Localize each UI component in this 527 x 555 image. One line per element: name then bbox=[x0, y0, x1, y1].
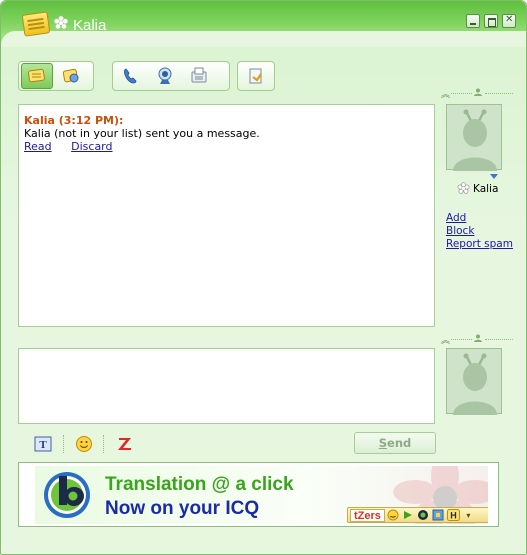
message-actions: Read Discard bbox=[24, 140, 129, 153]
font-button[interactable]: T bbox=[34, 435, 52, 453]
fax-icon bbox=[191, 67, 207, 83]
message-text: Kalia (not in your list) sent you a mess… bbox=[24, 127, 260, 140]
call-toolbar bbox=[112, 61, 230, 91]
zap-button[interactable] bbox=[116, 435, 134, 453]
plugin-tray: tZers H ▾ bbox=[347, 507, 488, 523]
discard-link[interactable]: Discard bbox=[71, 140, 112, 153]
block-contact-link[interactable]: Block bbox=[446, 225, 474, 237]
smiley-icon[interactable] bbox=[387, 509, 400, 522]
default-avatar-icon bbox=[453, 353, 497, 415]
babylon-logo-icon bbox=[44, 472, 90, 518]
voice-call-button[interactable] bbox=[115, 63, 147, 89]
message-mode-button[interactable] bbox=[21, 63, 53, 89]
send-file-icon bbox=[249, 68, 262, 84]
my-avatar[interactable] bbox=[446, 348, 502, 415]
minimize-button[interactable] bbox=[466, 14, 480, 28]
message-app-icon bbox=[21, 11, 51, 37]
chat-window: Kalia ✕ Kalia (3:12 PM): Kalia (not in y… bbox=[0, 0, 527, 555]
contact-card-icon bbox=[62, 68, 79, 83]
status-flower-icon bbox=[457, 182, 470, 194]
message-sender-header: Kalia (3:12 PM): bbox=[24, 114, 124, 127]
arrow-flag-icon[interactable] bbox=[402, 509, 415, 522]
window-title: Kalia bbox=[73, 17, 107, 34]
babylon-small-icon[interactable] bbox=[417, 509, 430, 522]
sms-button[interactable] bbox=[183, 63, 215, 89]
collapse-arrow-icon[interactable]: ︽ bbox=[441, 333, 450, 346]
banner-headline: Translation @ a click bbox=[105, 474, 294, 495]
mode-toolbar bbox=[18, 61, 94, 91]
banner-subline: Now on your ICQ bbox=[105, 498, 260, 519]
default-avatar-icon bbox=[453, 109, 497, 171]
h-plugin-button[interactable]: H bbox=[446, 509, 460, 522]
message-history[interactable]: Kalia (3:12 PM): Kalia (not in your list… bbox=[18, 104, 435, 327]
send-button[interactable]: Send bbox=[354, 432, 436, 454]
svg-text:T: T bbox=[39, 439, 47, 451]
person-icon bbox=[474, 88, 482, 96]
babylon-banner-ad[interactable]: Translation @ a click Now on your ICQ tZ… bbox=[35, 466, 488, 524]
add-contact-link[interactable]: Add bbox=[446, 212, 466, 224]
svg-text:H: H bbox=[450, 511, 457, 521]
chevron-down-icon[interactable]: ▾ bbox=[462, 509, 475, 522]
status-flower-icon bbox=[53, 15, 69, 30]
contact-name[interactable]: Kalia bbox=[457, 182, 498, 195]
message-icon bbox=[28, 68, 45, 83]
file-toolbar bbox=[237, 61, 275, 91]
person-icon bbox=[474, 334, 482, 342]
phone-icon bbox=[124, 68, 137, 84]
puzzle-icon[interactable] bbox=[432, 509, 445, 522]
maximize-button[interactable] bbox=[484, 14, 498, 28]
contact-details-button[interactable] bbox=[55, 63, 87, 89]
text-format-icon: T bbox=[34, 436, 52, 452]
chevron-down-icon[interactable] bbox=[490, 174, 498, 179]
send-file-button[interactable] bbox=[240, 63, 272, 89]
message-input[interactable] bbox=[18, 348, 435, 424]
read-link[interactable]: Read bbox=[24, 140, 52, 153]
video-call-button[interactable] bbox=[149, 63, 181, 89]
webcam-icon bbox=[158, 67, 172, 84]
close-button[interactable] bbox=[502, 14, 516, 28]
smiley-icon bbox=[76, 436, 92, 452]
tzers-button[interactable]: tZers bbox=[350, 508, 385, 522]
contact-avatar[interactable] bbox=[446, 104, 502, 171]
zap-z-icon bbox=[118, 438, 131, 450]
report-spam-link[interactable]: Report spam bbox=[446, 238, 513, 250]
emoticons-button[interactable] bbox=[75, 435, 93, 453]
title-bar[interactable]: Kalia bbox=[1, 1, 526, 47]
contact-name-label: Kalia bbox=[473, 182, 499, 195]
banner-frame: Translation @ a click Now on your ICQ tZ… bbox=[18, 462, 499, 527]
collapse-arrow-icon[interactable]: ︽ bbox=[441, 87, 450, 100]
